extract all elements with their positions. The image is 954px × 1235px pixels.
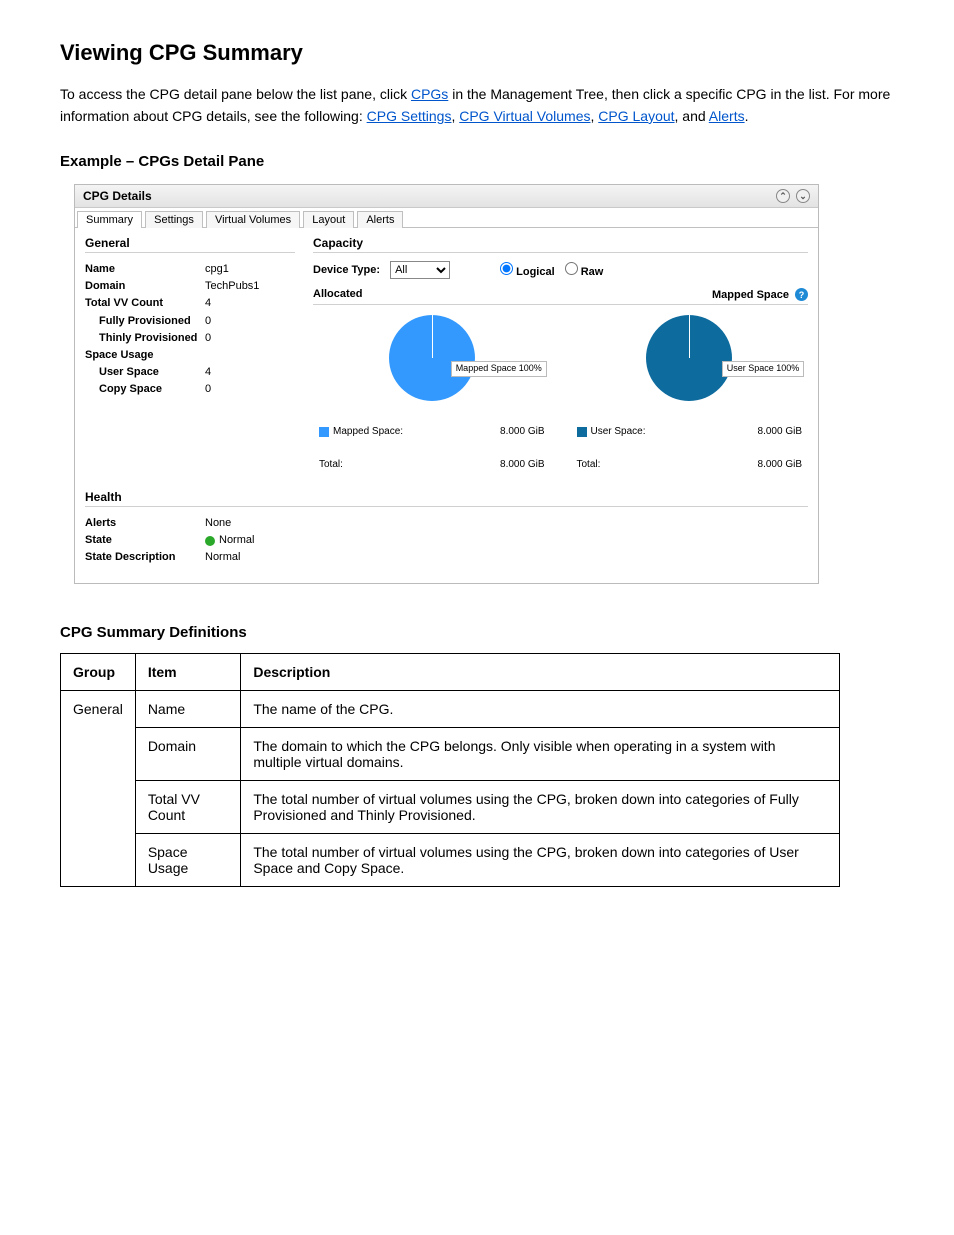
table-row: DomainThe domain to which the CPG belong… [61, 727, 840, 780]
general-value: 0 [205, 330, 295, 347]
radio-raw-label[interactable]: Raw [565, 262, 604, 278]
legend-total-b: Total: [577, 459, 601, 470]
radio-raw[interactable] [565, 262, 578, 275]
general-value [205, 347, 295, 364]
table-row: Space UsageThe total number of virtual v… [61, 833, 840, 886]
tab-summary[interactable]: Summary [77, 211, 142, 228]
radio-logical[interactable] [500, 262, 513, 275]
tabs-row: Summary Settings Virtual Volumes Layout … [75, 208, 818, 228]
general-key: User Space [85, 364, 205, 381]
tab-settings[interactable]: Settings [145, 211, 203, 228]
example-label: Example – CPGs Detail Pane [60, 153, 894, 170]
cpg-details-panel: CPG Details ⌃ ⌄ Summary Settings Virtual… [74, 184, 819, 583]
allocated-callout: Mapped Space 100% [451, 361, 547, 377]
legend-user: User Space: [577, 426, 646, 437]
general-key: Space Usage [85, 347, 205, 364]
panel-title: CPG Details [83, 189, 152, 203]
cell-desc: The total number of virtual volumes usin… [241, 780, 840, 833]
cell-item: Name [135, 690, 241, 727]
general-key: Copy Space [85, 381, 205, 398]
legend-total-b-val: 8.000 GiB [758, 459, 802, 470]
general-key: Total VV Count [85, 295, 205, 312]
general-key: Fully Provisioned [85, 313, 205, 330]
intro-p1-a: To access the CPG detail pane below the … [60, 86, 411, 102]
device-type-select[interactable]: All [390, 261, 450, 279]
th-group: Group [61, 653, 136, 690]
intro-p1-b: in the Management Tree, then click a spe… [452, 86, 833, 102]
general-value: 0 [205, 381, 295, 398]
mapped-callout: User Space 100% [722, 361, 805, 377]
link-cpg-virtual-volumes[interactable]: CPG Virtual Volumes [459, 108, 590, 124]
allocated-label: Allocated [313, 288, 363, 301]
general-key: Thinly Provisioned [85, 330, 205, 347]
health-key: State [85, 532, 205, 549]
cell-group: General [61, 690, 136, 886]
health-key: Alerts [85, 515, 205, 532]
status-dot-icon [205, 536, 215, 546]
general-value: 4 [205, 295, 295, 312]
general-value: TechPubs1 [205, 278, 295, 295]
intro-paragraph-1: To access the CPG detail pane below the … [60, 84, 894, 127]
tab-virtual-volumes[interactable]: Virtual Volumes [206, 211, 300, 228]
health-key: State Description [85, 549, 205, 566]
table-row: GeneralNameThe name of the CPG. [61, 690, 840, 727]
health-value: Normal [205, 532, 808, 549]
link-cpg-settings[interactable]: CPG Settings [367, 108, 452, 124]
general-key: Name [85, 261, 205, 278]
legend-mapped-val: 8.000 GiB [500, 426, 544, 437]
cell-item: Domain [135, 727, 241, 780]
legend-total-a: Total: [319, 459, 343, 470]
help-icon[interactable]: ? [795, 288, 808, 301]
link-alerts[interactable]: Alerts [709, 108, 745, 124]
general-key: Domain [85, 278, 205, 295]
link-cpg-layout[interactable]: CPG Layout [598, 108, 674, 124]
intro-p1-end: . [745, 108, 749, 124]
capacity-header: Capacity [313, 236, 808, 253]
legend-mapped: Mapped Space: [319, 426, 403, 437]
general-value: cpg1 [205, 261, 295, 278]
legend-user-val: 8.000 GiB [758, 426, 802, 437]
tab-alerts[interactable]: Alerts [357, 211, 403, 228]
cell-desc: The name of the CPG. [241, 690, 840, 727]
general-value: 4 [205, 364, 295, 381]
tab-layout[interactable]: Layout [303, 211, 354, 228]
radio-logical-label[interactable]: Logical [500, 262, 555, 278]
health-value: Normal [205, 549, 808, 566]
def-table-caption: CPG Summary Definitions [60, 624, 894, 641]
health-value: None [205, 515, 808, 532]
cell-item: Space Usage [135, 833, 241, 886]
general-value: 0 [205, 313, 295, 330]
cell-item: Total VV Count [135, 780, 241, 833]
th-item: Item [135, 653, 241, 690]
mapped-pie: User Space 100% [646, 315, 732, 404]
table-row: Total VV CountThe total number of virtua… [61, 780, 840, 833]
cell-desc: The total number of virtual volumes usin… [241, 833, 840, 886]
cell-desc: The domain to which the CPG belongs. Onl… [241, 727, 840, 780]
mapped-space-label: Mapped Space [712, 289, 789, 301]
collapse-icon[interactable]: ⌃ [776, 189, 790, 203]
expand-icon[interactable]: ⌄ [796, 189, 810, 203]
legend-total-a-val: 8.000 GiB [500, 459, 544, 470]
device-type-label: Device Type: [313, 264, 380, 276]
link-cpgs-tree[interactable]: CPGs [411, 86, 448, 102]
allocated-pie: Mapped Space 100% [389, 315, 475, 404]
health-header: Health [85, 490, 808, 507]
page-heading: Viewing CPG Summary [60, 40, 894, 66]
general-header: General [85, 236, 295, 253]
th-desc: Description [241, 653, 840, 690]
def-table: Group Item Description GeneralNameThe na… [60, 653, 840, 887]
